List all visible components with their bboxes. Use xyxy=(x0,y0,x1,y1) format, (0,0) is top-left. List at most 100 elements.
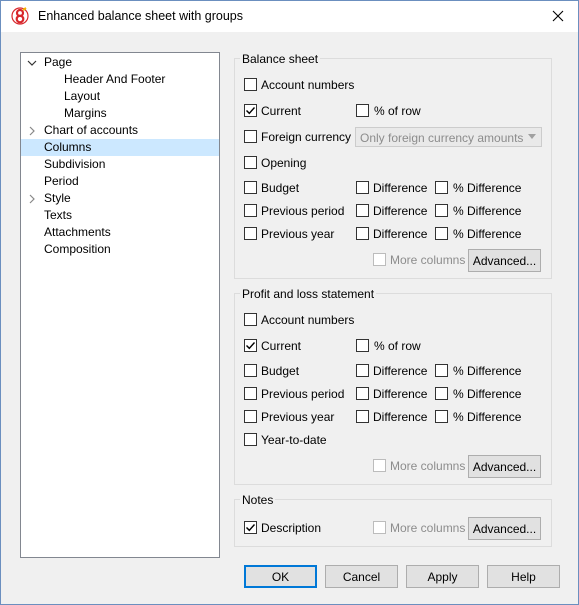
bs-previous-period-difference-label: Difference xyxy=(373,204,428,218)
bs-account-numbers-label: Account numbers xyxy=(261,78,355,92)
pl-previous-period-difference-label: Difference xyxy=(373,387,428,401)
profit-loss-title: Profit and loss statement xyxy=(240,287,377,301)
bs-previous-year-difference-label: Difference xyxy=(373,227,428,241)
tree-item-header-and-footer[interactable]: Header And Footer xyxy=(21,71,219,88)
bs-previous-year-label: Previous year xyxy=(261,227,335,241)
notes-more-columns-checkbox[interactable] xyxy=(373,521,386,534)
bs-budget-pct-difference-checkbox[interactable] xyxy=(435,181,448,194)
bs-current-checkbox[interactable] xyxy=(244,104,257,117)
apply-button[interactable]: Apply xyxy=(406,565,479,588)
tree-item-period[interactable]: Period xyxy=(21,173,219,190)
dialog-window: Enhanced balance sheet with groups Page … xyxy=(0,0,579,605)
notes-more-columns-label: More columns xyxy=(390,521,466,535)
bs-previous-year-checkbox[interactable] xyxy=(244,227,257,240)
notes-description-checkbox[interactable] xyxy=(244,521,257,534)
tree-item-columns[interactable]: Columns xyxy=(21,139,219,156)
title-bar: Enhanced balance sheet with groups xyxy=(1,1,578,32)
bs-opening-checkbox[interactable] xyxy=(244,156,257,169)
tree-item-texts[interactable]: Texts xyxy=(21,207,219,224)
bs-budget-checkbox[interactable] xyxy=(244,181,257,194)
pl-year-to-date-checkbox[interactable] xyxy=(244,433,257,446)
checkmark-icon xyxy=(246,107,256,115)
bs-advanced-button[interactable]: Advanced... xyxy=(468,249,541,272)
notes-description-label: Description xyxy=(261,521,322,535)
tree-item-layout[interactable]: Layout xyxy=(21,88,219,105)
pl-previous-year-difference-checkbox[interactable] xyxy=(356,410,369,423)
pl-budget-label: Budget xyxy=(261,364,300,378)
tree-item-page[interactable]: Page xyxy=(21,54,219,71)
pl-pct-of-row-checkbox[interactable] xyxy=(356,339,369,352)
bs-budget-label: Budget xyxy=(261,181,300,195)
tree-item-label: Subdivision xyxy=(44,157,106,171)
pl-more-columns-checkbox[interactable] xyxy=(373,459,386,472)
bs-more-columns-label: More columns xyxy=(390,253,466,267)
bs-budget-difference-checkbox[interactable] xyxy=(356,181,369,194)
pl-budget-difference-checkbox[interactable] xyxy=(356,364,369,377)
bs-more-columns-checkbox[interactable] xyxy=(373,253,386,266)
bs-previous-year-pct-difference-label: % Difference xyxy=(453,227,522,241)
bs-budget-difference-label: Difference xyxy=(373,181,428,195)
pl-more-columns-label: More columns xyxy=(390,459,466,473)
tree-item-label: Composition xyxy=(44,242,111,256)
banana-app-icon xyxy=(11,7,29,25)
tree-item-attachments[interactable]: Attachments xyxy=(21,224,219,241)
tree-item-label: Header And Footer xyxy=(64,72,166,86)
chevron-down-icon xyxy=(528,134,536,139)
chevron-right-icon[interactable] xyxy=(26,122,38,139)
pl-previous-period-difference-checkbox[interactable] xyxy=(356,387,369,400)
tree-item-label: Period xyxy=(44,174,79,188)
bs-previous-period-pct-difference-checkbox[interactable] xyxy=(435,204,448,217)
pl-previous-period-checkbox[interactable] xyxy=(244,387,257,400)
bs-previous-period-label: Previous period xyxy=(261,204,345,218)
pl-previous-year-checkbox[interactable] xyxy=(244,410,257,423)
chevron-right-icon[interactable] xyxy=(26,190,38,207)
tree-item-margins[interactable]: Margins xyxy=(21,105,219,122)
tree-item-label: Margins xyxy=(64,106,107,120)
pl-previous-year-label: Previous year xyxy=(261,410,335,424)
tree-item-label: Columns xyxy=(44,140,92,154)
bs-previous-year-difference-checkbox[interactable] xyxy=(356,227,369,240)
notes-title: Notes xyxy=(240,493,276,507)
pl-budget-pct-difference-checkbox[interactable] xyxy=(435,364,448,377)
ok-button[interactable]: OK xyxy=(244,565,317,588)
bs-foreign-currency-select-value: Only foreign currency amounts xyxy=(360,131,524,145)
tree-item-composition[interactable]: Composition xyxy=(21,241,219,258)
bs-account-numbers-checkbox[interactable] xyxy=(244,78,257,91)
bs-current-label: Current xyxy=(261,104,302,118)
chevron-down-icon[interactable] xyxy=(26,54,38,71)
pl-account-numbers-checkbox[interactable] xyxy=(244,313,257,326)
settings-tree[interactable]: Page Header And Footer Layout Margins Ch… xyxy=(20,52,220,558)
pl-budget-pct-difference-label: % Difference xyxy=(453,364,522,378)
cancel-button[interactable]: Cancel xyxy=(325,565,398,588)
pl-budget-checkbox[interactable] xyxy=(244,364,257,377)
pl-budget-difference-label: Difference xyxy=(373,364,428,378)
bs-previous-year-pct-difference-checkbox[interactable] xyxy=(435,227,448,240)
tree-item-label: Texts xyxy=(44,208,73,222)
bs-previous-period-difference-checkbox[interactable] xyxy=(356,204,369,217)
tree-item-style[interactable]: Style xyxy=(21,190,219,207)
pl-previous-period-pct-difference-checkbox[interactable] xyxy=(435,387,448,400)
bs-foreign-currency-label: Foreign currency xyxy=(261,130,352,144)
tree-item-label: Attachments xyxy=(44,225,111,239)
tree-item-chart-of-accounts[interactable]: Chart of accounts xyxy=(21,122,219,139)
bs-budget-pct-difference-label: % Difference xyxy=(453,181,522,195)
pl-advanced-button[interactable]: Advanced... xyxy=(468,455,541,478)
pl-previous-year-difference-label: Difference xyxy=(373,410,428,424)
notes-advanced-button[interactable]: Advanced... xyxy=(468,517,541,540)
pl-current-checkbox[interactable] xyxy=(244,339,257,352)
bs-pct-of-row-label: % of row xyxy=(374,104,421,118)
bs-pct-of-row-checkbox[interactable] xyxy=(356,104,369,117)
checkmark-icon xyxy=(246,342,256,350)
pl-previous-year-pct-difference-label: % Difference xyxy=(453,410,522,424)
tree-item-subdivision[interactable]: Subdivision xyxy=(21,156,219,173)
pl-account-numbers-label: Account numbers xyxy=(261,313,355,327)
window-title: Enhanced balance sheet with groups xyxy=(38,9,244,23)
bs-foreign-currency-select[interactable]: Only foreign currency amounts xyxy=(355,127,542,147)
bs-opening-label: Opening xyxy=(261,156,307,170)
tree-item-label: Chart of accounts xyxy=(44,123,139,137)
close-icon[interactable] xyxy=(548,6,568,26)
bs-foreign-currency-checkbox[interactable] xyxy=(244,130,257,143)
pl-previous-year-pct-difference-checkbox[interactable] xyxy=(435,410,448,423)
bs-previous-period-checkbox[interactable] xyxy=(244,204,257,217)
help-button[interactable]: Help xyxy=(487,565,560,588)
